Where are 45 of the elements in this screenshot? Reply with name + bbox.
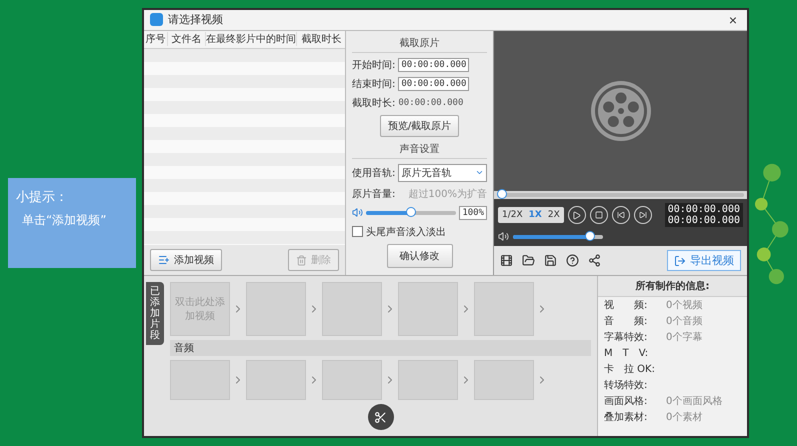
- total-time: 00:00:00.000: [668, 215, 740, 226]
- speed-option[interactable]: 1/2X: [500, 209, 525, 221]
- tip-title: 小提示：: [16, 189, 69, 206]
- current-time: 00:00:00.000: [668, 204, 740, 215]
- column-header: 在最终影片中的时间: [206, 32, 297, 46]
- info-label: 卡 拉 OK:: [604, 362, 656, 376]
- info-value: 0个画面风格: [666, 394, 724, 408]
- close-button[interactable]: ×: [724, 12, 741, 28]
- info-value: 0个音频: [666, 314, 704, 328]
- info-value: 0个字幕: [666, 330, 704, 344]
- checkbox-label: 头尾声音淡入淡出: [366, 226, 446, 239]
- dialog-title: 请选择视频: [150, 12, 223, 28]
- info-value: 0个素材: [666, 410, 704, 424]
- track-dropdown[interactable]: 原片无音轨: [398, 164, 487, 182]
- add-video-button[interactable]: 添加视频: [150, 249, 222, 271]
- info-label: 转场特效:: [604, 378, 648, 392]
- section-heading: 声音设置: [352, 142, 487, 159]
- section-heading: 截取原片: [352, 36, 487, 53]
- column-header: 文件名: [168, 32, 206, 46]
- field-label: 原片音量:: [352, 188, 396, 201]
- info-label: 视 频:: [604, 298, 648, 312]
- end-time-field[interactable]: 00:00:00.000: [398, 76, 470, 91]
- field-label: 开始时间:: [352, 58, 396, 72]
- audio-label: 音频: [170, 340, 591, 356]
- field-label: 结束时间:: [352, 78, 396, 91]
- field-label: 截取时长:: [352, 96, 396, 110]
- info-label: 画面风格:: [604, 394, 648, 408]
- info-label: 音 频:: [604, 314, 648, 328]
- tip-text: 单击“添加视频”: [21, 212, 108, 229]
- export-video-button[interactable]: 导出视频: [667, 250, 741, 271]
- duration-value: 00:00:00.000: [398, 98, 464, 108]
- added-clips-tab[interactable]: 已添加片段: [146, 282, 164, 345]
- volume-hint: 超过100%为扩音: [408, 188, 487, 201]
- column-header: 序号: [144, 32, 168, 46]
- info-label: 字幕特效:: [604, 330, 648, 344]
- field-label: 使用音轨:: [352, 166, 396, 180]
- speed-option[interactable]: 2X: [546, 209, 562, 221]
- info-label: M T V:: [604, 347, 650, 360]
- preview-clip-button[interactable]: 预览/截取原片: [380, 114, 460, 137]
- info-title: 所有制作的信息:: [598, 276, 747, 297]
- confirm-button[interactable]: 确认修改: [386, 244, 452, 268]
- info-value: 0个视频: [666, 298, 704, 312]
- volume-field[interactable]: 100%: [459, 206, 487, 220]
- info-label: 叠加素材:: [604, 410, 648, 424]
- start-time-field[interactable]: 00:00:00.000: [398, 58, 470, 72]
